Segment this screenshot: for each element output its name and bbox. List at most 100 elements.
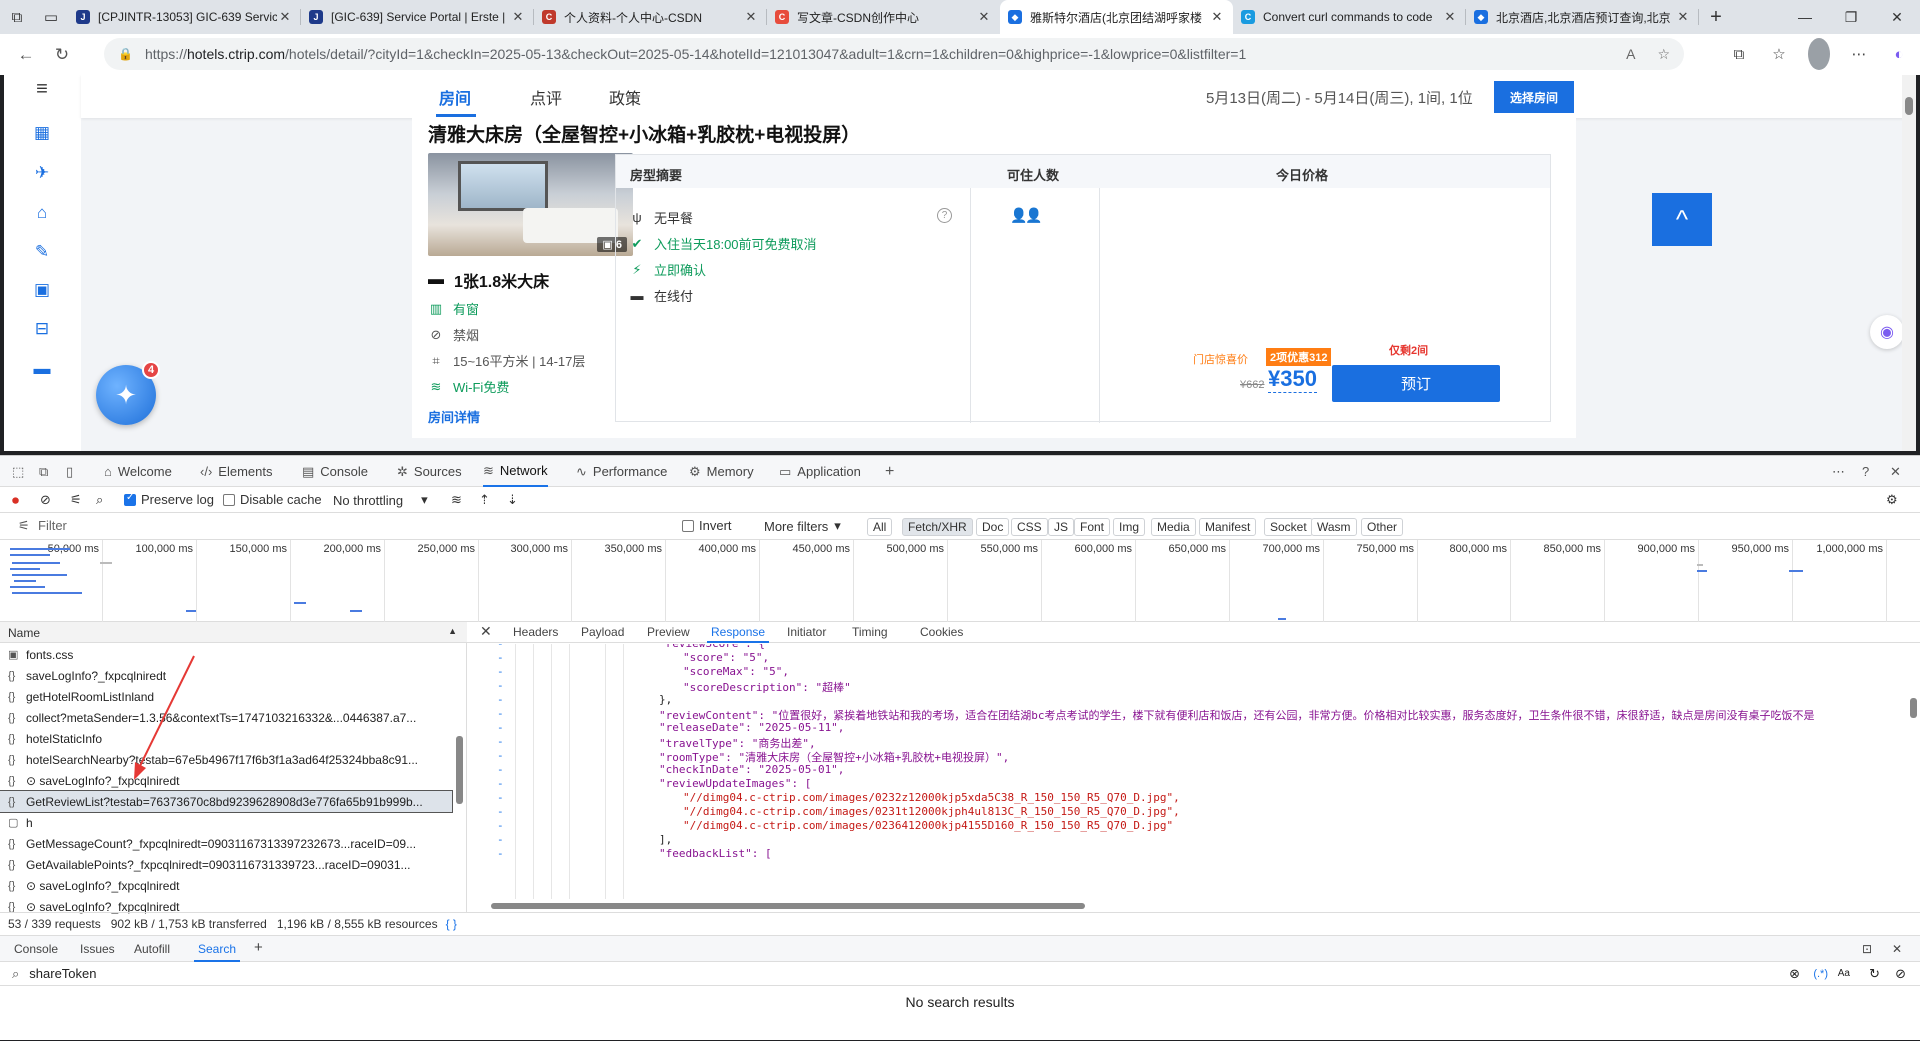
clear-results-icon[interactable]: ⊘ <box>1895 966 1906 982</box>
book-button[interactable]: 预订 <box>1332 365 1500 402</box>
detail-tab-initiator[interactable]: Initiator <box>787 625 826 639</box>
devtools-tab-sources[interactable]: ✲ Sources <box>397 456 462 487</box>
close-tab-icon[interactable]: ✕ <box>743 9 759 25</box>
detail-tab-response[interactable]: Response <box>706 625 770 643</box>
profile-avatar[interactable] <box>1808 38 1830 70</box>
cancel-policy[interactable]: ✔ 入住当天18:00前可免费取消 <box>630 234 817 253</box>
devtools-tab-performance[interactable]: ∿ Performance <box>576 456 667 487</box>
match-case-icon[interactable]: Aa <box>1838 968 1850 979</box>
type-filter-chip[interactable]: Img <box>1113 518 1146 536</box>
network-settings-icon[interactable]: ⚙ <box>1886 492 1898 508</box>
devtools-tab-application[interactable]: ▭ Application <box>779 456 861 487</box>
network-overview-timeline[interactable]: 50,000 ms 100,000 ms 150,000 ms 200,000 ms 2… <box>0 540 1920 622</box>
extensions-icon[interactable]: ⧉ <box>1728 38 1750 70</box>
browser-tab[interactable]: C Convert curl commands to code ✕ <box>1233 0 1466 34</box>
type-filter-chip[interactable]: CSS <box>1011 518 1048 536</box>
browser-tab[interactable]: J [CPJINTR-13053] GIC-639 Servic ✕ <box>68 0 301 34</box>
promo-badge[interactable]: 2项优惠312 <box>1266 348 1332 366</box>
refresh-search-icon[interactable]: ↻ <box>1869 966 1880 982</box>
search-input[interactable]: shareToken <box>29 966 96 981</box>
browser-tab[interactable]: J [GIC-639] Service Portal | Erste | ✕ <box>301 0 534 34</box>
type-filter-chip[interactable]: JS <box>1048 518 1075 536</box>
copilot-float-icon[interactable]: ◉ <box>1870 315 1904 349</box>
close-devtools-icon[interactable]: ✕ <box>1890 456 1901 487</box>
filter-toggle-icon[interactable]: ⚟ <box>70 492 82 508</box>
bus-icon[interactable]: ⊟ <box>30 317 54 341</box>
type-filter-chip[interactable]: Fetch/XHR <box>902 518 973 536</box>
export-har-icon[interactable]: ⇣ <box>507 492 518 508</box>
close-window-icon[interactable]: ✕ <box>1874 0 1920 34</box>
detail-tab-timing[interactable]: Timing <box>852 625 888 639</box>
browser-tab[interactable]: C 写文章-CSDN创作中心 ✕ <box>767 0 1000 34</box>
more-filters-dropdown[interactable]: More filters ▾ <box>764 518 841 534</box>
car-icon[interactable]: ▬ <box>30 357 54 381</box>
add-drawer-tab-icon[interactable]: + <box>254 939 263 956</box>
more-menu-icon[interactable]: ⋯ <box>1848 38 1870 70</box>
flight-icon[interactable]: ✈ <box>30 161 54 185</box>
type-filter-chip[interactable]: Font <box>1074 518 1111 536</box>
throttling-select[interactable]: No throttling ▾ <box>333 492 428 508</box>
favorite-star-icon[interactable]: ☆ <box>1657 46 1670 63</box>
url-field[interactable]: 🔒 https://hotels.ctrip.com/hotels/detail… <box>104 38 1684 70</box>
device-toolbar-icon[interactable]: ⬚ <box>12 456 24 487</box>
record-icon[interactable]: ⏺ <box>12 492 19 509</box>
type-filter-chip[interactable]: All <box>867 518 893 536</box>
import-har-icon[interactable]: ⇡ <box>479 492 490 508</box>
choose-room-button[interactable]: 选择房间 <box>1494 81 1574 113</box>
read-aloud-icon[interactable]: A <box>1626 46 1635 63</box>
restore-icon[interactable]: ❐ <box>1828 0 1874 34</box>
new-tab-button[interactable]: + <box>1699 0 1733 34</box>
nav-tab-policy[interactable]: 政策 <box>609 85 641 109</box>
drawer-tab-console[interactable]: Console <box>14 942 58 956</box>
dock-drawer-icon[interactable]: ⊡ <box>1862 942 1872 956</box>
disable-cache-checkbox[interactable]: Disable cache <box>223 492 322 507</box>
browser-tab[interactable]: ◆ 北京酒店,北京酒店预订查询,北京 ✕ <box>1466 0 1699 34</box>
clear-icon[interactable]: ⊘ <box>40 492 51 508</box>
detail-tab-preview[interactable]: Preview <box>647 625 690 639</box>
current-price[interactable]: ¥350 <box>1268 366 1317 393</box>
network-conditions-icon[interactable]: ≋ <box>451 492 462 508</box>
type-filter-chip[interactable]: Other <box>1361 518 1404 536</box>
drawer-tab-issues[interactable]: Issues <box>80 942 115 956</box>
devtools-tab-elements[interactable]: ‹/› Elements <box>200 456 272 487</box>
drawer-tab-autofill[interactable]: Autofill <box>134 942 170 956</box>
detail-tab-cookies[interactable]: Cookies <box>920 625 963 639</box>
type-filter-chip[interactable]: Media <box>1151 518 1196 536</box>
dock-icon[interactable]: ▯ <box>66 456 73 487</box>
drawer-tab-search[interactable]: Search <box>193 942 241 962</box>
room-detail-link[interactable]: 房间详情 <box>428 407 480 426</box>
assistant-bird-button[interactable]: ✦ 4 <box>96 361 160 425</box>
workspaces-icon[interactable]: ⧉ <box>0 0 34 34</box>
type-filter-chip[interactable]: Manifest <box>1199 518 1257 536</box>
close-tab-icon[interactable]: ✕ <box>277 9 293 25</box>
hamburger-menu-icon[interactable]: ≡ <box>30 77 54 101</box>
json-braces-icon[interactable]: { } <box>446 917 457 931</box>
photo-icon[interactable]: ▣ <box>30 278 54 302</box>
page-scrollbar[interactable] <box>1902 75 1916 451</box>
devtools-tab-memory[interactable]: ⚙ Memory <box>689 456 754 487</box>
response-h-scrollbar[interactable] <box>491 902 1911 910</box>
preserve-log-checkbox[interactable]: Preserve log <box>124 492 214 507</box>
devtools-tab-network[interactable]: ≋ Network <box>483 456 548 487</box>
detail-tab-payload[interactable]: Payload <box>581 625 624 639</box>
detail-tab-headers[interactable]: Headers <box>513 625 558 639</box>
close-tab-icon[interactable]: ✕ <box>1442 9 1458 25</box>
minimize-icon[interactable]: — <box>1782 0 1828 34</box>
close-detail-icon[interactable]: ✕ <box>480 623 492 640</box>
response-v-scrollbar[interactable] <box>1906 644 1920 899</box>
add-panel-icon[interactable]: + <box>885 456 894 487</box>
close-tab-icon[interactable]: ✕ <box>510 9 526 25</box>
browser-tab[interactable]: C 个人资料-个人中心-CSDN ✕ <box>534 0 767 34</box>
response-viewer[interactable]: -"reviewScore": {-"score": "5",-"scoreMa… <box>467 644 1907 899</box>
close-drawer-icon[interactable]: ✕ <box>1892 942 1902 956</box>
stay-dates[interactable]: 5月13日(周二) - 5月14日(周三), 1间, 1位 <box>1206 87 1473 108</box>
close-tab-icon[interactable]: ✕ <box>1675 9 1691 25</box>
type-filter-chip[interactable]: Socket <box>1264 518 1313 536</box>
back-button[interactable]: ← <box>8 39 44 71</box>
nav-tab-rooms[interactable]: 房间 <box>439 85 471 109</box>
close-tab-icon[interactable]: ✕ <box>976 9 992 25</box>
clear-search-icon[interactable]: ⊗ <box>1789 966 1800 982</box>
more-options-icon[interactable]: ⋯ <box>1832 456 1845 487</box>
hotel-icon[interactable]: ▦ <box>30 121 54 145</box>
help-circle-icon[interactable]: ? <box>1862 456 1869 487</box>
